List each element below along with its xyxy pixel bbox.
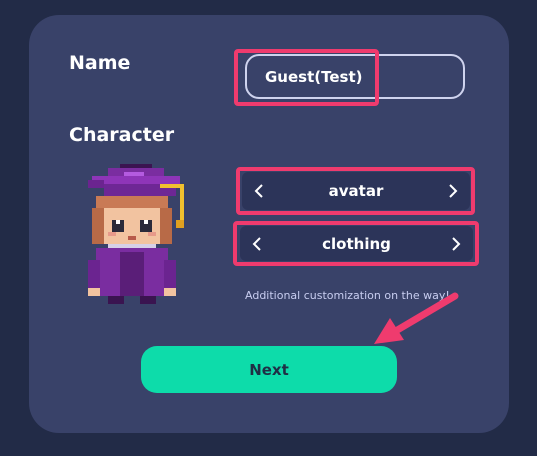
name-label: Name (69, 52, 131, 74)
character-label: Character (69, 124, 175, 146)
annotation-highlight-avatar (236, 167, 475, 215)
arrow-pointer-icon (374, 292, 459, 344)
character-preview (88, 164, 184, 304)
next-button[interactable]: Next (141, 346, 397, 393)
annotation-highlight-name (234, 49, 379, 106)
annotation-highlight-clothing (233, 221, 479, 266)
